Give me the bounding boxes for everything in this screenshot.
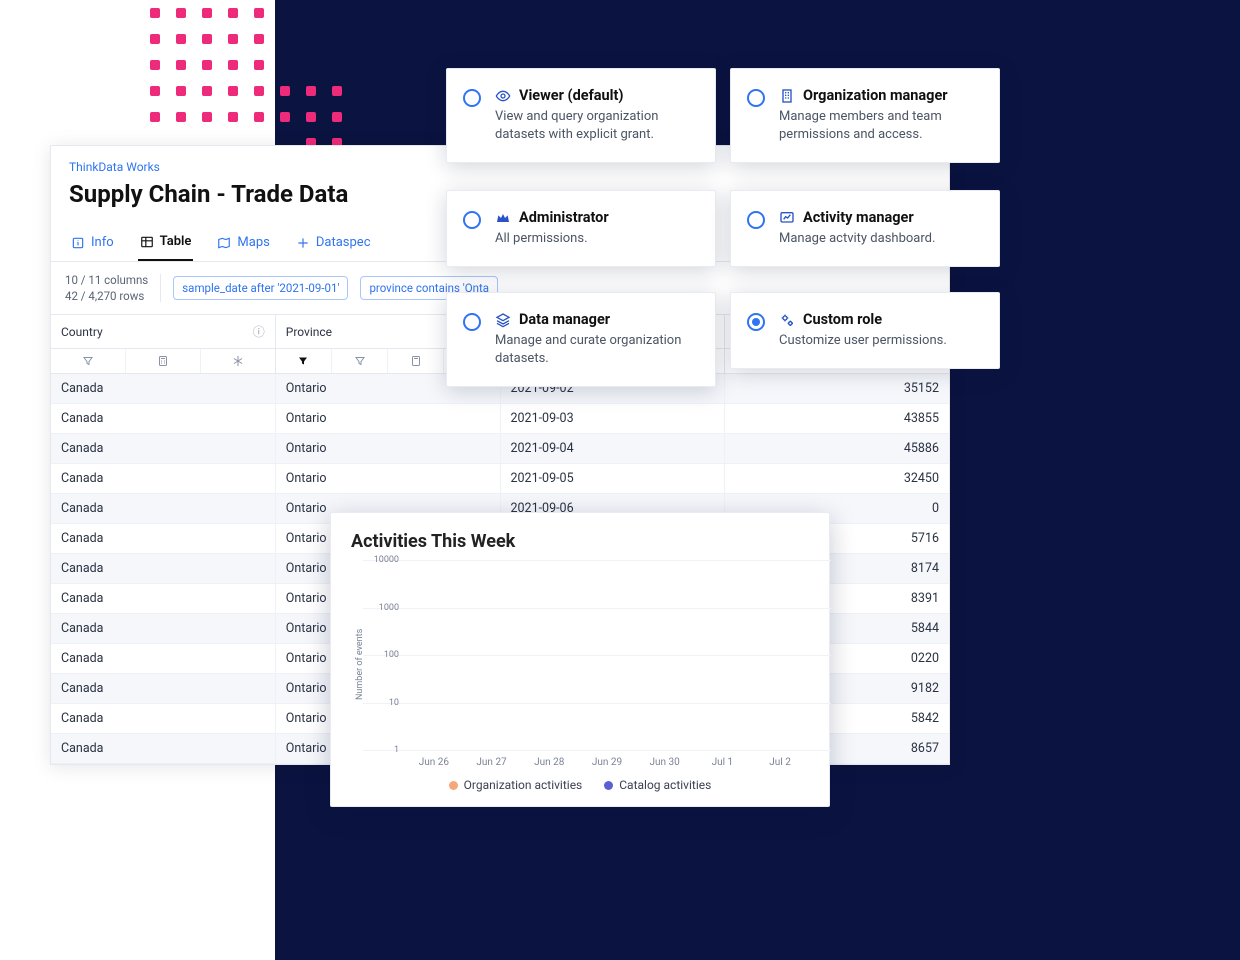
xtick-label: Jul 2 xyxy=(760,757,800,768)
info-icon[interactable]: ⓘ xyxy=(253,323,265,340)
ytick-label: 1 xyxy=(365,745,399,755)
tab-info[interactable]: Info xyxy=(69,224,116,261)
activity-icon xyxy=(779,210,795,226)
cell-country: Canada xyxy=(51,554,276,583)
table-row[interactable]: CanadaOntario2021-09-0532450 xyxy=(51,464,949,494)
cell-country: Canada xyxy=(51,374,276,403)
filter-icon[interactable] xyxy=(276,349,332,373)
cell-province: Ontario xyxy=(276,464,501,493)
table-row[interactable]: CanadaOntario2021-09-0445886 xyxy=(51,434,949,464)
filter-chip-date[interactable]: sample_date after '2021-09-01' xyxy=(173,276,348,300)
cell-country: Canada xyxy=(51,434,276,463)
legend-cat: Catalog activities xyxy=(604,778,711,792)
cell-value: 35152 xyxy=(725,374,949,403)
xtick-label: Jun 30 xyxy=(645,757,685,768)
cell-country: Canada xyxy=(51,524,276,553)
chart-xaxis: Jun 26 Jun 27 Jun 28 Jun 29 Jun 30 Jul 1 Jul 2 xyxy=(405,757,809,768)
role-card-admin[interactable]: Administrator All permissions. xyxy=(446,190,716,267)
table-icon xyxy=(140,235,154,249)
cell-country: Canada xyxy=(51,584,276,613)
cell-country: Canada xyxy=(51,494,276,523)
maps-icon xyxy=(217,236,231,250)
building-icon xyxy=(779,88,795,104)
column-header-country[interactable]: Country ⓘ xyxy=(51,315,276,348)
cell-country: Canada xyxy=(51,644,276,673)
role-card-custom[interactable]: Custom role Customize user permissions. xyxy=(730,292,1000,369)
cell-value: 43855 xyxy=(725,404,949,433)
radio-icon-selected[interactable] xyxy=(747,313,765,331)
info-icon xyxy=(71,236,85,250)
cell-province: Ontario xyxy=(276,434,501,463)
cell-country: Canada xyxy=(51,464,276,493)
radio-icon[interactable] xyxy=(747,211,765,229)
eye-icon xyxy=(495,88,511,104)
divider xyxy=(160,274,161,302)
ytick-label: 100 xyxy=(365,650,399,660)
pink-dot-decoration xyxy=(150,8,370,148)
chart-plot-area: 110100100010000 xyxy=(365,560,809,751)
ytick-label: 1000 xyxy=(365,603,399,613)
ytick-label: 10 xyxy=(365,698,399,708)
cell-country: Canada xyxy=(51,674,276,703)
cell-value: 45886 xyxy=(725,434,949,463)
xtick-label: Jun 28 xyxy=(529,757,569,768)
layers-icon xyxy=(495,312,511,328)
role-card-viewer[interactable]: Viewer (default) View and query organiza… xyxy=(446,68,716,163)
cell-date: 2021-09-05 xyxy=(501,464,726,493)
xtick-label: Jun 27 xyxy=(472,757,512,768)
filter-icon[interactable] xyxy=(51,349,126,373)
gears-icon xyxy=(779,312,795,328)
snowflake-icon[interactable] xyxy=(201,349,275,373)
tab-table[interactable]: Table xyxy=(138,224,194,261)
tab-maps[interactable]: Maps xyxy=(215,224,271,261)
cell-country: Canada xyxy=(51,404,276,433)
cell-date: 2021-09-04 xyxy=(501,434,726,463)
radio-icon[interactable] xyxy=(463,313,481,331)
calculator-icon[interactable] xyxy=(388,349,444,373)
crown-icon xyxy=(495,210,511,226)
activities-chart-panel: Activities This Week Number of events 11… xyxy=(330,512,830,807)
dataspec-icon xyxy=(296,236,310,250)
calculator-icon[interactable] xyxy=(126,349,201,373)
cell-value: 32450 xyxy=(725,464,949,493)
row-col-counts: 10 / 11 columns 42 / 4,270 rows xyxy=(65,272,148,304)
cell-country: Canada xyxy=(51,614,276,643)
xtick-label: Jun 26 xyxy=(414,757,454,768)
chart-legend: Organization activities Catalog activiti… xyxy=(351,778,809,792)
chart-title: Activities This Week xyxy=(351,531,809,552)
xtick-label: Jun 29 xyxy=(587,757,627,768)
filter-outline-icon[interactable] xyxy=(332,349,388,373)
cell-province: Ontario xyxy=(276,404,501,433)
radio-icon[interactable] xyxy=(463,89,481,107)
legend-org: Organization activities xyxy=(449,778,583,792)
role-card-datamgr[interactable]: Data manager Manage and curate organizat… xyxy=(446,292,716,387)
cell-country: Canada xyxy=(51,704,276,733)
cell-country: Canada xyxy=(51,734,276,763)
role-card-orgmanager[interactable]: Organization manager Manage members and … xyxy=(730,68,1000,163)
role-card-activity[interactable]: Activity manager Manage actvity dashboar… xyxy=(730,190,1000,267)
tab-dataspec[interactable]: Dataspec xyxy=(294,224,373,261)
radio-icon[interactable] xyxy=(747,89,765,107)
cell-date: 2021-09-03 xyxy=(501,404,726,433)
table-row[interactable]: CanadaOntario2021-09-0343855 xyxy=(51,404,949,434)
xtick-label: Jul 1 xyxy=(702,757,742,768)
ytick-label: 10000 xyxy=(365,555,399,565)
radio-icon[interactable] xyxy=(463,211,481,229)
